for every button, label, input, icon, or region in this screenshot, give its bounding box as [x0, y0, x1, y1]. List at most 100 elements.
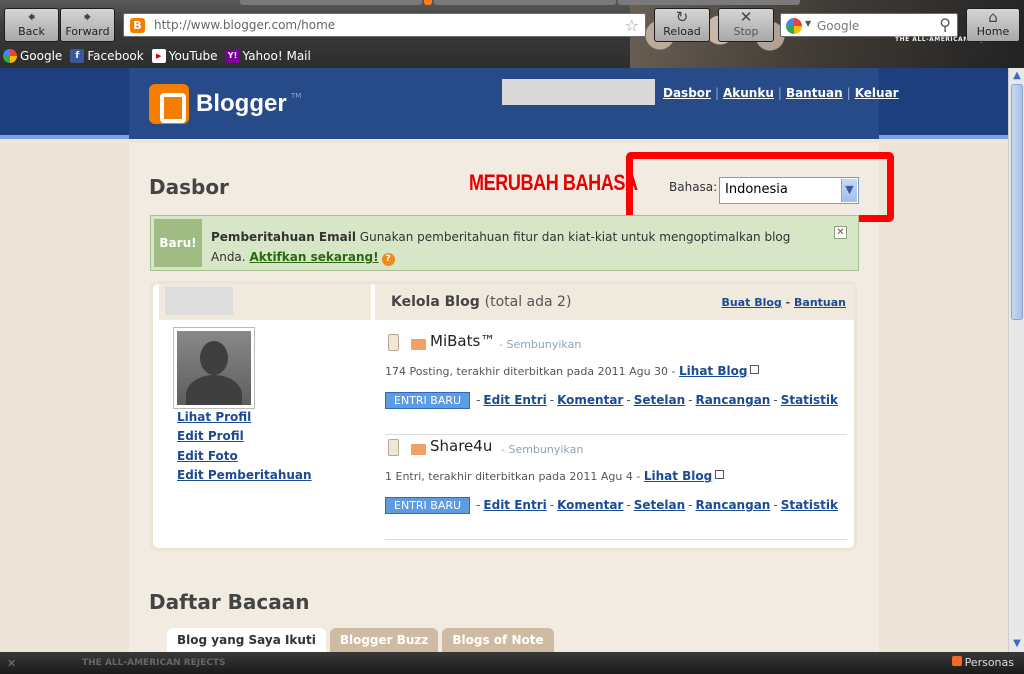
view-blog-link[interactable]: Lihat Blog [644, 469, 712, 483]
bookmark-yahoo-mail[interactable]: Y! Yahoo! Mail [225, 49, 311, 63]
nav-logout-link[interactable]: Keluar [855, 86, 899, 100]
bookmarks-toolbar: Google f Facebook ▶ YouTube Y! Yahoo! Ma… [0, 46, 311, 66]
design-link[interactable]: Rancangan [695, 393, 770, 407]
blog-item: MiBats™ - Sembunyikan 174 Posting, terak… [385, 330, 847, 435]
reading-list-tabs: Blog yang Saya Ikuti Blogger Buzz Blogs … [167, 628, 554, 652]
personas-menu[interactable]: Personas [951, 656, 1014, 669]
header-nav: Dasbor | Akunku | Bantuan | Keluar [663, 86, 899, 100]
create-blog-link[interactable]: Buat Blog [721, 296, 781, 309]
settings-link[interactable]: Setelan [634, 498, 685, 512]
nav-account-link[interactable]: Akunku [723, 86, 774, 100]
blog-name[interactable]: MiBats™ [430, 332, 495, 350]
blogger-logo-text[interactable]: Blogger [196, 90, 287, 118]
close-icon[interactable]: ✕ [7, 657, 16, 670]
bookmark-label: Google [20, 49, 63, 63]
chevron-down-icon[interactable]: ▼ [805, 19, 811, 28]
back-label: Back [18, 25, 45, 38]
avatar[interactable] [173, 327, 255, 409]
design-link[interactable]: Rancangan [695, 498, 770, 512]
hide-blog-link[interactable]: - Sembunyikan [499, 338, 581, 351]
edit-notifications-link[interactable]: Edit Pemberitahuan [177, 468, 312, 482]
stop-button[interactable]: ✕ Stop [718, 8, 774, 42]
manage-blogs-label: Kelola Blog [391, 294, 480, 310]
bookmark-star-icon[interactable]: ☆ [625, 16, 639, 35]
close-icon[interactable]: ✕ [834, 226, 847, 239]
home-button[interactable]: ⌂ Home [966, 8, 1020, 42]
search-icon[interactable]: ⚲ [939, 15, 951, 34]
reload-button[interactable]: ↻ Reload [654, 8, 710, 42]
home-label: Home [976, 25, 1010, 38]
home-icon: ⌂ [988, 8, 998, 26]
mail-icon [411, 339, 426, 350]
bookmark-youtube[interactable]: ▶ YouTube [151, 49, 218, 63]
stop-label: Stop [733, 25, 759, 38]
tab-blogs-of-note[interactable]: Blogs of Note [442, 628, 554, 652]
comments-link[interactable]: Komentar [557, 498, 623, 512]
hide-blog-link[interactable]: - Sembunyikan [501, 443, 583, 456]
edit-posts-link[interactable]: Edit Entri [483, 393, 546, 407]
nav-help-link[interactable]: Bantuan [786, 86, 843, 100]
status-bar: ✕ THE ALL-AMERICAN REJECTS Personas [0, 652, 1024, 674]
forward-arrow-icon: 🠺 [83, 8, 92, 26]
notice-message: Pemberitahuan Email Gunakan pemberitahua… [211, 227, 821, 267]
edit-posts-link[interactable]: Edit Entri [483, 498, 546, 512]
blog-count: (total ada 2) [484, 294, 572, 310]
tab-following[interactable]: Blog yang Saya Ikuti [167, 628, 326, 652]
new-badge: Baru! [154, 219, 202, 267]
bookmark-label: YouTube [168, 49, 218, 63]
personas-icon [951, 656, 962, 666]
vertical-scrollbar[interactable]: ▲ ▼ [1008, 68, 1024, 652]
scroll-down-icon[interactable]: ▼ [1011, 637, 1023, 651]
blog-actions: ENTRI BARU - Edit Entri - Komentar - Setelan - R… [385, 392, 838, 409]
view-blog-link[interactable]: Lihat Blog [679, 364, 747, 378]
external-link-icon [750, 365, 760, 374]
personas-label: Personas [964, 656, 1014, 669]
tab-strip[interactable] [240, 0, 800, 5]
edit-profile-link[interactable]: Edit Profil [177, 429, 244, 443]
email-notice-banner: Baru! Pemberitahuan Email Gunakan pember… [150, 215, 859, 271]
browser-toolbar: 🠸 Back 🠺 Forward B http://www.blogger.co… [0, 0, 1024, 68]
url-text[interactable]: http://www.blogger.com/home [154, 18, 335, 32]
view-profile-link[interactable]: Lihat Profil [177, 410, 251, 424]
page-title: Dasbor [149, 175, 229, 199]
scroll-thumb[interactable] [1011, 84, 1023, 320]
google-icon[interactable] [786, 18, 802, 34]
reload-label: Reload [663, 25, 701, 38]
new-post-button[interactable]: ENTRI BARU [385, 497, 471, 514]
stop-icon: ✕ [739, 8, 753, 26]
enable-now-link[interactable]: Aktifkan sekarang! [249, 250, 378, 264]
blogger-header: Blogger TM Dasbor | Akunku | Bantuan | Keluar [0, 68, 1008, 139]
bookmark-google[interactable]: Google [3, 49, 62, 63]
stats-link[interactable]: Statistik [781, 498, 838, 512]
nav-dashboard-link[interactable]: Dasbor [663, 86, 711, 100]
bookmark-facebook[interactable]: f Facebook [70, 49, 144, 63]
comments-link[interactable]: Komentar [557, 393, 623, 407]
divider [385, 539, 847, 540]
mail-icon [411, 444, 426, 455]
status-theme-label: THE ALL-AMERICAN REJECTS [82, 658, 226, 668]
bookmark-label: Facebook [87, 49, 144, 63]
back-button[interactable]: 🠸 Back [4, 8, 59, 42]
tab-blogger-buzz[interactable]: Blogger Buzz [329, 628, 439, 652]
dashboard-content: Dasbor MERUBAH BAHASA Bahasa: Indonesia … [129, 143, 894, 652]
blog-name[interactable]: Share4u [430, 437, 492, 455]
trademark: TM [291, 92, 302, 100]
reload-icon: ↻ [675, 8, 689, 26]
new-post-button[interactable]: ENTRI BARU [385, 392, 471, 409]
forward-button[interactable]: 🠺 Forward [60, 8, 115, 42]
scroll-up-icon[interactable]: ▲ [1011, 69, 1023, 83]
blogger-logo-icon[interactable] [149, 84, 189, 124]
stats-link[interactable]: Statistik [781, 393, 838, 407]
blog-actions: ENTRI BARU - Edit Entri - Komentar - Setelan - R… [385, 497, 838, 514]
edit-photo-link[interactable]: Edit Foto [177, 449, 238, 463]
settings-link[interactable]: Setelan [634, 393, 685, 407]
blog-item: Share4u - Sembunyikan 1 Entri, terakhir … [385, 435, 847, 540]
yahoo-icon: Y! [225, 49, 240, 63]
search-input[interactable]: Google [817, 19, 859, 33]
address-bar[interactable]: B http://www.blogger.com/home ☆ [123, 13, 646, 37]
blogs-help-link[interactable]: Bantuan [794, 296, 846, 309]
google-icon [3, 49, 17, 63]
search-bar[interactable]: ▼ Google ⚲ [780, 13, 958, 37]
manage-blogs-header: Kelola Blog (total ada 2) Buat Blog - Ba… [375, 284, 854, 320]
help-icon[interactable]: ? [381, 253, 395, 266]
